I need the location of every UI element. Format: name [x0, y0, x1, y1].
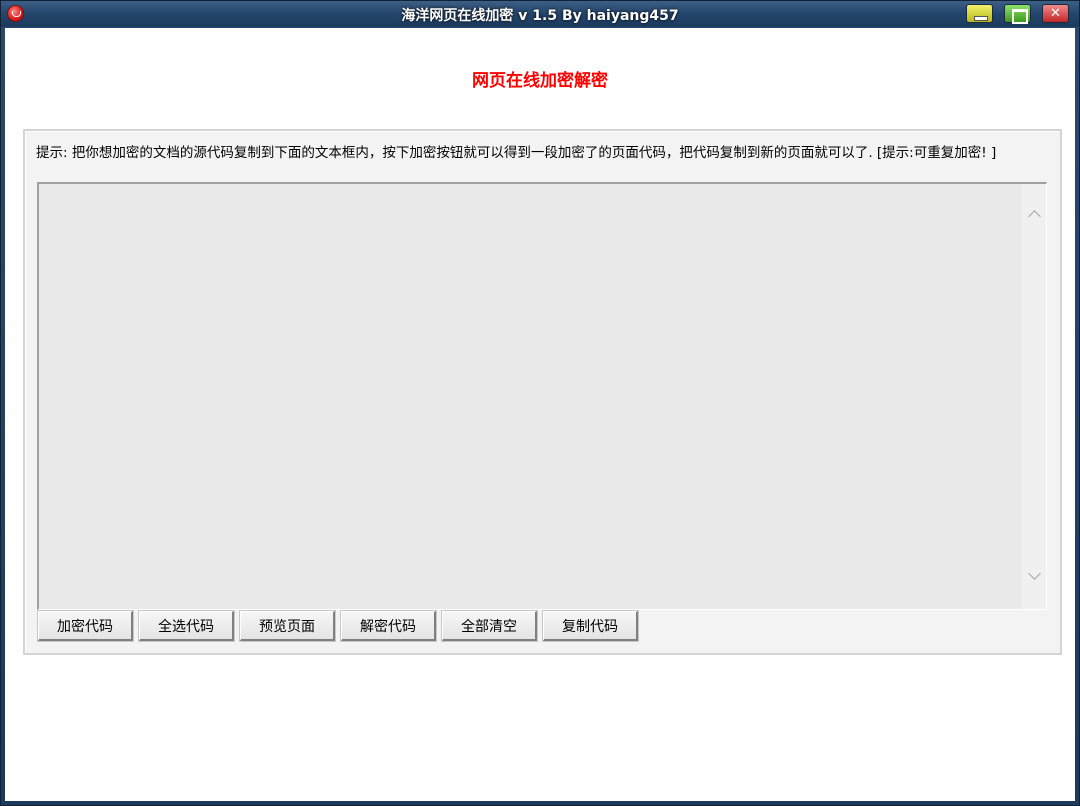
encrypt-button[interactable]: 加密代码: [37, 610, 134, 642]
hint-text: 提示: 把你想加密的文档的源代码复制到下面的文本框内，按下加密按钮就可以得到一段…: [36, 145, 997, 161]
action-buttons: 加密代码 全选代码 预览页面 解密代码 全部清空 复制代码: [37, 610, 639, 642]
close-icon[interactable]: [1042, 4, 1069, 23]
app-window: 海洋网页在线加密 v 1.5 By haiyang457 网页在线加密解密 提示…: [0, 0, 1080, 806]
source-code-box: [37, 182, 1047, 610]
chevron-up-icon[interactable]: [1028, 207, 1040, 219]
decrypt-button[interactable]: 解密代码: [340, 610, 437, 642]
source-code-textarea[interactable]: [39, 184, 1023, 609]
select-all-button[interactable]: 全选代码: [138, 610, 235, 642]
clear-all-button[interactable]: 全部清空: [441, 610, 538, 642]
encrypt-form-panel: 提示: 把你想加密的文档的源代码复制到下面的文本框内，按下加密按钮就可以得到一段…: [23, 129, 1062, 655]
preview-button[interactable]: 预览页面: [239, 610, 336, 642]
chevron-down-icon[interactable]: [1028, 570, 1040, 582]
page-title: 网页在线加密解密: [472, 71, 608, 91]
maximize-icon[interactable]: [1004, 4, 1031, 24]
title-bar[interactable]: 海洋网页在线加密 v 1.5 By haiyang457: [1, 1, 1079, 27]
vertical-scrollbar[interactable]: [1022, 184, 1046, 609]
copy-button[interactable]: 复制代码: [542, 610, 639, 642]
client-area: 网页在线加密解密 提示: 把你想加密的文档的源代码复制到下面的文本框内，按下加密…: [5, 28, 1075, 801]
window-title: 海洋网页在线加密 v 1.5 By haiyang457: [401, 8, 679, 24]
minimize-icon[interactable]: [966, 4, 993, 23]
